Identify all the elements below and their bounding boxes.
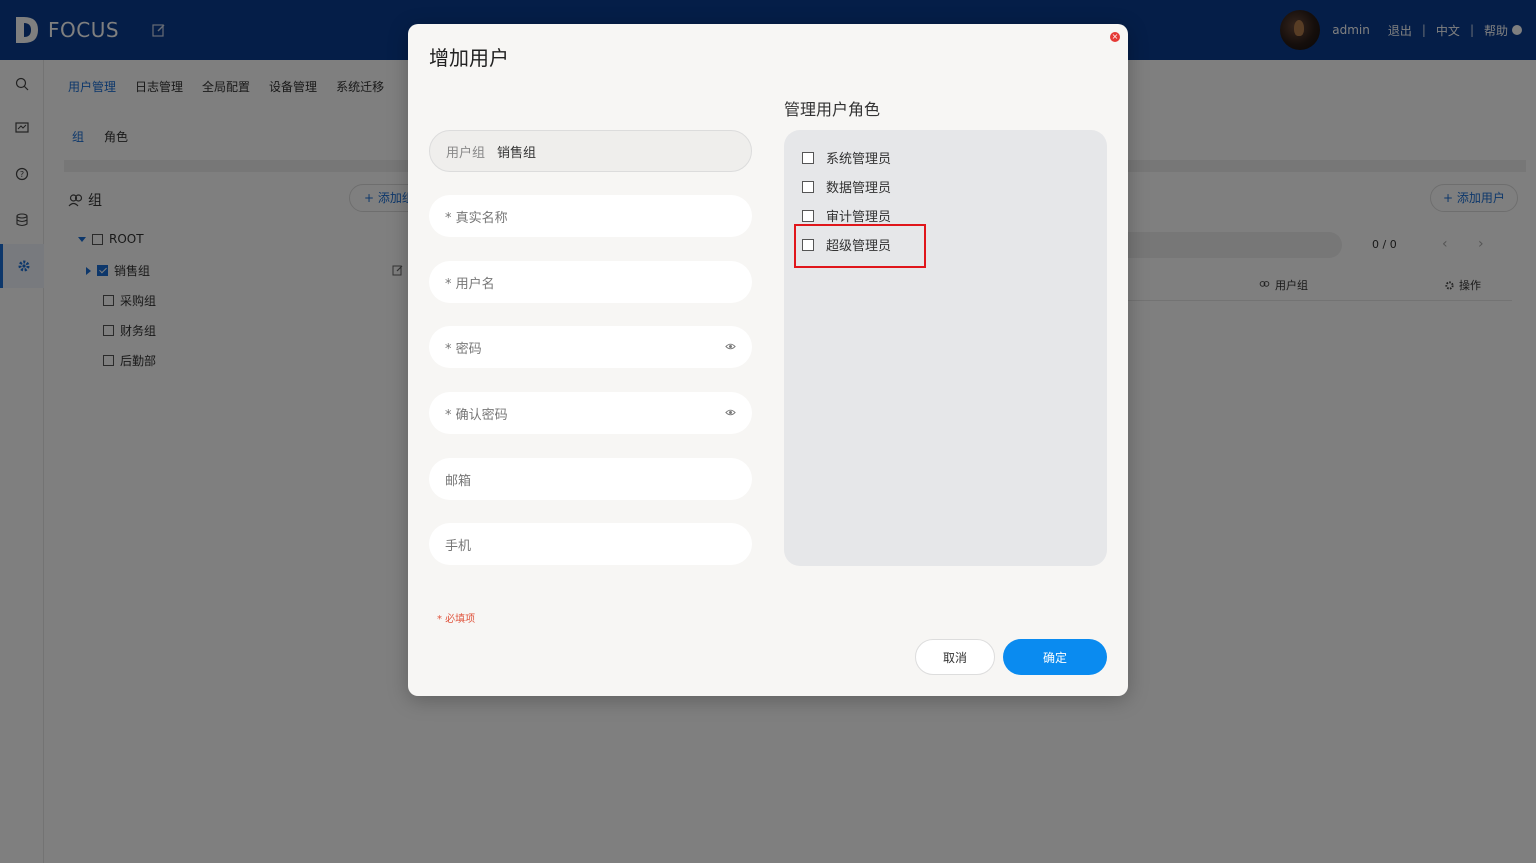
add-user-dialog: 增加用户 × 用户组 销售组 * 真实名称 * 用户名 * 密码 * 确认密码 …	[408, 24, 1128, 696]
close-icon[interactable]: ×	[1110, 32, 1120, 42]
roles-panel: 系统管理员 数据管理员 审计管理员 超级管理员	[784, 130, 1107, 566]
roles-title: 管理用户角色	[784, 100, 881, 119]
eye-icon[interactable]	[725, 341, 736, 352]
user-group-label: 用户组	[446, 145, 486, 161]
highlight-box	[794, 224, 926, 268]
real-name-input[interactable]: * 真实名称	[429, 195, 752, 237]
role-system-admin[interactable]: 系统管理员	[802, 148, 891, 167]
checkbox[interactable]	[802, 209, 814, 222]
checkbox[interactable]	[802, 180, 814, 193]
role-data-admin[interactable]: 数据管理员	[802, 177, 891, 196]
confirm-password-input[interactable]: * 确认密码	[429, 392, 752, 434]
dialog-title: 增加用户	[429, 46, 509, 70]
password-input[interactable]: * 密码	[429, 326, 752, 368]
confirm-button[interactable]: 确定	[1003, 639, 1107, 675]
phone-input[interactable]: 手机	[429, 523, 752, 565]
eye-icon[interactable]	[725, 407, 736, 418]
username-input[interactable]: * 用户名	[429, 261, 752, 303]
email-input[interactable]: 邮箱	[429, 458, 752, 500]
role-audit-admin[interactable]: 审计管理员	[802, 206, 891, 225]
required-note: * 必填项	[437, 614, 476, 625]
user-group-field[interactable]: 用户组 销售组	[429, 130, 752, 172]
checkbox[interactable]	[802, 151, 814, 164]
cancel-button[interactable]: 取消	[915, 639, 995, 675]
user-group-value: 销售组	[497, 145, 537, 161]
